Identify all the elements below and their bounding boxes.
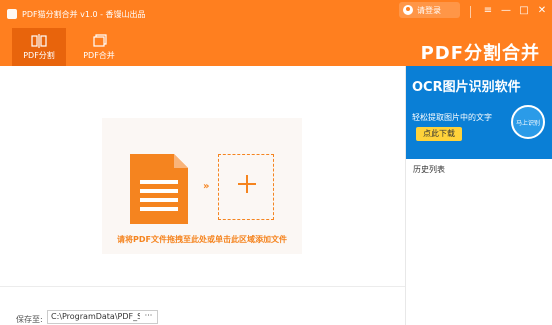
ad-download-button[interactable]: 点此下载 — [416, 127, 462, 141]
add-file-box[interactable] — [218, 154, 274, 220]
tab-label: PDF分割 — [23, 50, 55, 60]
menu-icon[interactable]: ≡ — [480, 3, 496, 19]
arrow-right-icon: » — [203, 181, 210, 192]
title-bar-divider — [470, 6, 471, 18]
save-to-label: 保存至: — [16, 315, 43, 324]
document-icon — [130, 154, 188, 224]
sidebar: OCR图片识别软件 轻松提取图片中的文字 点此下载 马上识别 历史列表 — [405, 66, 552, 325]
plus-icon — [238, 175, 256, 193]
file-drop-zone[interactable]: » 请将PDF文件拖拽至此处或单击此区域添加文件 — [102, 118, 302, 254]
close-button[interactable]: ✕ — [534, 3, 550, 19]
user-icon — [403, 5, 413, 15]
split-icon — [31, 33, 47, 48]
app-logo-icon — [7, 9, 17, 19]
toolbar: PDF分割 PDF合并 PDF分割合并 — [0, 28, 552, 66]
login-button[interactable]: 请登录 — [399, 2, 460, 18]
ocr-ad-banner[interactable]: OCR图片识别软件 轻松提取图片中的文字 点此下载 马上识别 — [406, 66, 552, 159]
drop-hint-text: 请将PDF文件拖拽至此处或单击此区域添加文件 — [117, 235, 287, 244]
maximize-button[interactable]: □ — [516, 3, 532, 19]
window-title: PDF猫分割合并 v1.0 - 香馒山出品 — [22, 9, 146, 19]
merge-icon — [93, 33, 107, 47]
login-label: 请登录 — [417, 5, 441, 15]
ad-recognize-badge: 马上识别 — [511, 105, 545, 139]
browse-button[interactable]: ··· — [140, 311, 157, 323]
tab-label: PDF合并 — [83, 50, 115, 60]
tab-pdf-merge[interactable]: PDF合并 — [72, 28, 126, 66]
minimize-button[interactable]: — — [498, 3, 514, 19]
tab-pdf-split[interactable]: PDF分割 — [12, 28, 66, 66]
content-divider — [0, 286, 405, 287]
history-list-label: 历史列表 — [413, 165, 445, 174]
ad-subtitle: 轻松提取图片中的文字 — [412, 113, 492, 122]
brand-title: PDF分割合并 — [420, 43, 540, 64]
ad-title: OCR图片识别软件 — [412, 80, 521, 95]
